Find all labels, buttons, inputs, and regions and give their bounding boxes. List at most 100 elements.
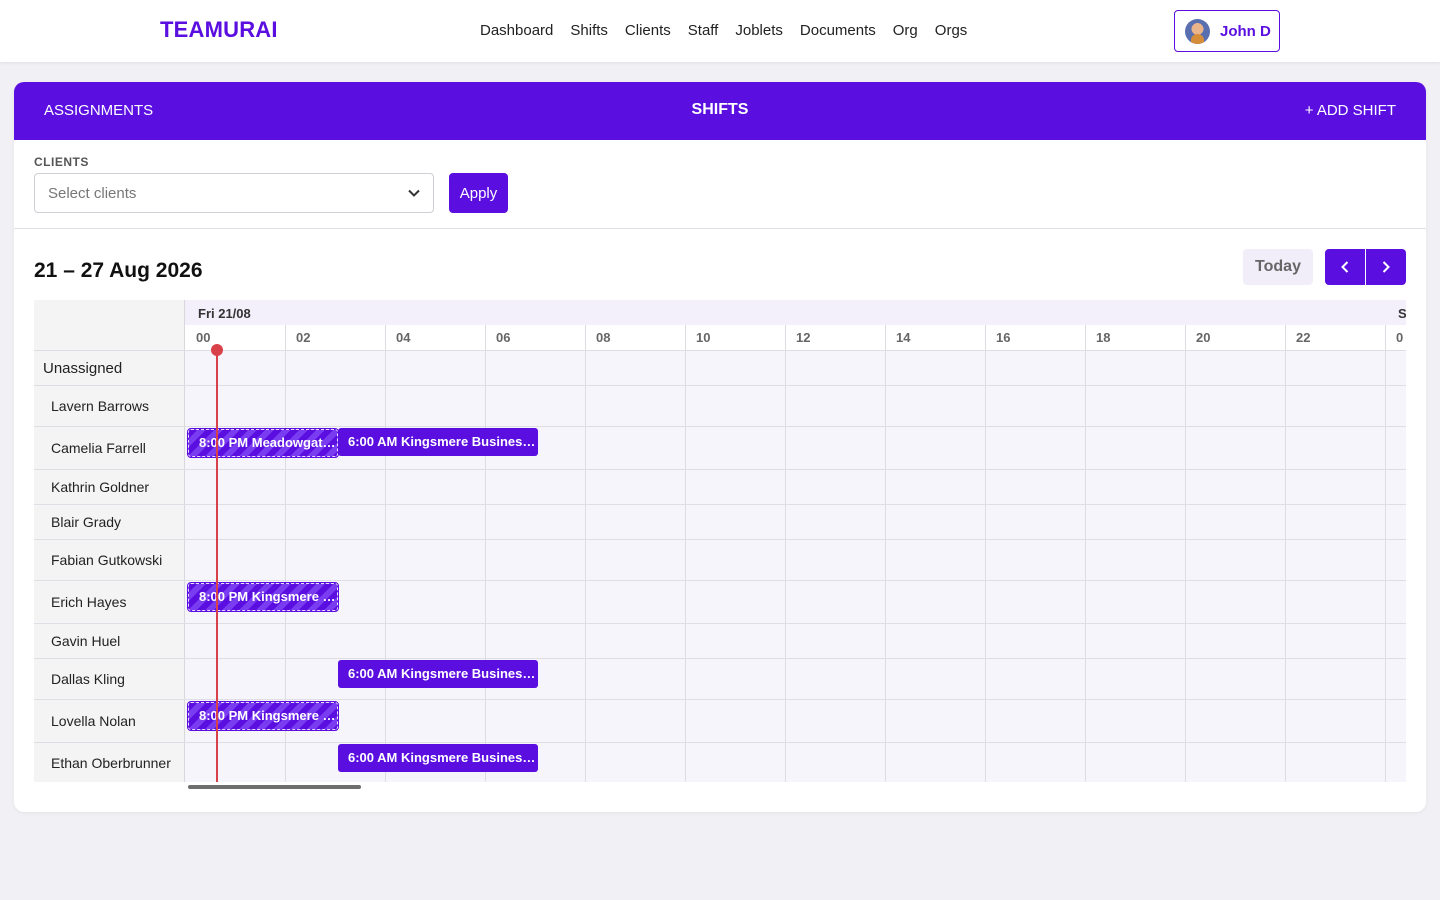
grid-line xyxy=(685,427,686,469)
grid-line xyxy=(285,624,286,658)
hour-divider xyxy=(385,325,386,350)
row-time-grid[interactable] xyxy=(185,700,1406,742)
staff-row-label[interactable]: Ethan Oberbrunner xyxy=(34,743,185,782)
brand-logo[interactable]: TEAMURAI xyxy=(160,17,278,43)
nav-joblets[interactable]: Joblets xyxy=(735,22,783,39)
grid-line xyxy=(585,581,586,623)
next-week-button[interactable] xyxy=(1366,249,1406,285)
hour-label: 08 xyxy=(596,330,611,345)
grid-line xyxy=(885,351,886,385)
nav-clients[interactable]: Clients xyxy=(625,22,671,39)
staff-row-label[interactable]: Blair Grady xyxy=(34,505,185,539)
nav-dashboard[interactable]: Dashboard xyxy=(480,22,553,39)
grid-line xyxy=(285,351,286,385)
grid-line xyxy=(1185,659,1186,699)
nav-documents[interactable]: Documents xyxy=(800,22,876,39)
avatar xyxy=(1185,18,1210,44)
day-header: Fri 21/08 S xyxy=(185,300,1406,325)
row-time-grid[interactable] xyxy=(185,386,1406,426)
row-time-grid[interactable] xyxy=(185,624,1406,658)
unassigned-row-label[interactable]: Unassigned xyxy=(34,351,185,385)
row-time-grid[interactable] xyxy=(185,505,1406,539)
grid-line xyxy=(985,427,986,469)
row-time-grid[interactable] xyxy=(185,540,1406,580)
grid-line xyxy=(1285,743,1286,782)
grid-line xyxy=(885,581,886,623)
staff-row-label[interactable]: Erich Hayes xyxy=(34,581,185,623)
staff-row-label[interactable]: Lavern Barrows xyxy=(34,386,185,426)
staff-row-label[interactable]: Dallas Kling xyxy=(34,659,185,699)
hour-label: 10 xyxy=(696,330,711,345)
date-range-title: 21 – 27 Aug 2026 xyxy=(34,259,203,282)
add-shift-button[interactable]: + ADD SHIFT xyxy=(1305,102,1396,119)
grid-line xyxy=(1185,624,1186,658)
grid-line xyxy=(685,659,686,699)
row-time-grid[interactable] xyxy=(185,351,1406,385)
hour-label: 00 xyxy=(196,330,211,345)
shift-event[interactable]: 6:00 AM Kingsmere Business Park xyxy=(338,744,538,772)
shift-event[interactable]: 6:00 AM Kingsmere Business Park xyxy=(338,660,538,688)
grid-line xyxy=(585,743,586,782)
hour-divider xyxy=(285,325,286,350)
hour-divider xyxy=(1085,325,1086,350)
nav-staff[interactable]: Staff xyxy=(688,22,719,39)
grid-line xyxy=(785,624,786,658)
grid-line xyxy=(485,386,486,426)
user-name: John D xyxy=(1220,22,1271,40)
grid-line xyxy=(685,624,686,658)
grid-line xyxy=(985,581,986,623)
previous-week-button[interactable] xyxy=(1325,249,1365,285)
hour-label: 18 xyxy=(1096,330,1111,345)
staff-row-label[interactable]: Kathrin Goldner xyxy=(34,470,185,504)
user-menu-button[interactable]: John D xyxy=(1174,10,1280,52)
row-time-grid[interactable] xyxy=(185,581,1406,623)
shift-event[interactable]: 6:00 AM Kingsmere Business Park xyxy=(338,428,538,456)
grid-line xyxy=(1285,624,1286,658)
resource-row: Camelia Farrell8:00 PM Meadowgate Reside… xyxy=(34,426,1406,469)
horizontal-scrollbar[interactable] xyxy=(188,785,361,789)
apply-button[interactable]: Apply xyxy=(449,173,508,213)
clients-select[interactable]: Select clients xyxy=(34,173,434,213)
today-button[interactable]: Today xyxy=(1243,249,1313,285)
nav-org[interactable]: Org xyxy=(893,22,918,39)
grid-line xyxy=(485,470,486,504)
row-time-grid[interactable] xyxy=(185,470,1406,504)
nav-orgs[interactable]: Orgs xyxy=(935,22,968,39)
grid-line xyxy=(785,386,786,426)
hour-divider xyxy=(785,325,786,350)
grid-line xyxy=(1085,581,1086,623)
shift-event[interactable]: 8:00 PM Kingsmere Business Park xyxy=(187,701,339,731)
staff-row-label[interactable]: Gavin Huel xyxy=(34,624,185,658)
grid-line xyxy=(685,351,686,385)
grid-line xyxy=(785,505,786,539)
chevron-left-icon xyxy=(1341,261,1349,273)
grid-line xyxy=(1385,624,1386,658)
grid-line xyxy=(1085,386,1086,426)
filters-bar: CLIENTS Select clients Apply xyxy=(14,140,1426,229)
hour-divider xyxy=(1385,325,1386,350)
hour-divider xyxy=(485,325,486,350)
grid-line xyxy=(585,659,586,699)
grid-line xyxy=(385,540,386,580)
grid-line xyxy=(1185,581,1186,623)
grid-line xyxy=(885,743,886,782)
shift-event[interactable]: 8:00 PM Meadowgate Residential xyxy=(187,428,339,458)
resource-row: Unassigned xyxy=(34,350,1406,385)
staff-row-label[interactable]: Fabian Gutkowski xyxy=(34,540,185,580)
grid-line xyxy=(985,470,986,504)
resource-row: Dallas Kling 6:00 AM Kingsmere Business P… xyxy=(34,658,1406,699)
card-header: ASSIGNMENTS SHIFTS + ADD SHIFT xyxy=(14,82,1426,140)
nav-shifts[interactable]: Shifts xyxy=(570,22,608,39)
resource-row: Ethan Oberbrunner 6:00 AM Kingsmere Busin… xyxy=(34,742,1406,782)
grid-line xyxy=(1185,351,1186,385)
main-nav: Dashboard Shifts Clients Staff Joblets D… xyxy=(480,22,984,39)
resource-row: Gavin Huel xyxy=(34,623,1406,658)
staff-row-label[interactable]: Lovella Nolan xyxy=(34,700,185,742)
shift-event[interactable]: 8:00 PM Kingsmere Business Park xyxy=(187,582,339,612)
resource-row: Kathrin Goldner xyxy=(34,469,1406,504)
grid-line xyxy=(485,505,486,539)
next-day-label: S xyxy=(1398,306,1406,321)
hour-label: 16 xyxy=(996,330,1011,345)
grid-line xyxy=(585,427,586,469)
staff-row-label[interactable]: Camelia Farrell xyxy=(34,427,185,469)
